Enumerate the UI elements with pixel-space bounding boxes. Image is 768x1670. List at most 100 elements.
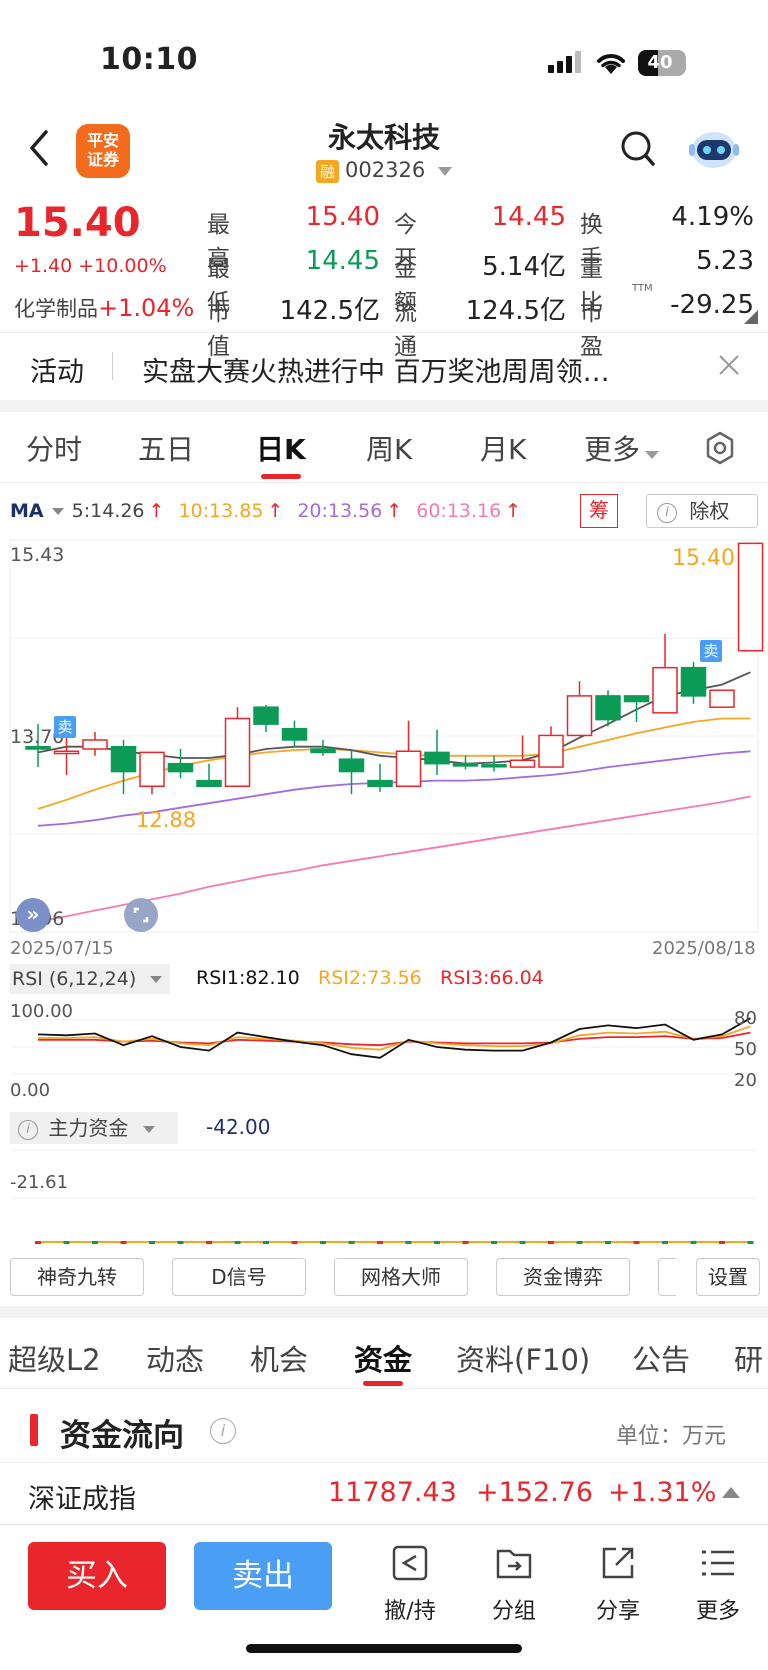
d-signal-button[interactable]: D信号 (172, 1258, 306, 1296)
dropdown-arrow-icon (437, 166, 452, 176)
tab-announcement[interactable]: 公告 (632, 1337, 690, 1379)
candlestick-chart[interactable] (0, 536, 768, 936)
signal-icon (548, 51, 581, 73)
sell-signal-marker[interactable]: 卖 (700, 640, 722, 662)
capital-indicator-selector[interactable]: i 主力资金 (10, 1112, 178, 1144)
tab-five-day[interactable]: 五日 (138, 428, 194, 468)
candle-body (167, 762, 194, 773)
tab-research[interactable]: 研 (734, 1337, 763, 1379)
capital-value: -42.00 (206, 1115, 271, 1139)
capital-bar (491, 1241, 497, 1244)
capital-bar (747, 1241, 754, 1244)
capital-bar (149, 1241, 155, 1244)
battery-level: 40 (647, 52, 673, 73)
more-tools-button[interactable] (658, 1258, 676, 1296)
tab-f10[interactable]: 资料(F10) (456, 1337, 590, 1379)
sector-info[interactable]: 化学制品+1.04% (14, 293, 194, 323)
index-row[interactable]: 深证成指 11787.43 +152.76 +1.31% (0, 1463, 768, 1523)
candle-body (395, 750, 422, 788)
capital-bar (234, 1241, 241, 1244)
capital-bar (320, 1241, 326, 1244)
settings-button[interactable]: 设置 (696, 1258, 760, 1296)
candle (509, 735, 536, 768)
candle (395, 720, 422, 788)
robot-assistant-icon[interactable] (688, 126, 740, 172)
capital-bar (548, 1241, 554, 1244)
quote-value-float-cap: 124.5亿 (465, 296, 566, 326)
candle (737, 542, 764, 652)
chip-distribution-button[interactable]: 筹 (580, 494, 618, 528)
ex-rights-button[interactable]: i 除权 (646, 494, 758, 528)
tab-active-indicator (261, 474, 301, 479)
capital-game-button[interactable]: 资金博弈 (496, 1258, 630, 1296)
candle (253, 704, 279, 733)
close-icon[interactable] (718, 354, 740, 376)
section-marker (30, 1414, 38, 1446)
index-pct: +1.31% (608, 1477, 717, 1508)
tab-capital[interactable]: 资金 (354, 1337, 412, 1379)
magic-nine-button[interactable]: 神奇九转 (10, 1258, 144, 1296)
group-action[interactable]: 分组 (486, 1543, 542, 1625)
tab-monthly-k[interactable]: 月K (480, 428, 526, 468)
activity-banner[interactable]: 活动 实盘大赛火热进行中 百万奖池周周领… (0, 334, 768, 398)
price-change: +1.40 +10.00% (14, 255, 167, 277)
wifi-icon (597, 54, 625, 74)
home-indicator (246, 1644, 522, 1653)
candle-body (709, 689, 735, 708)
tab-opportunity[interactable]: 机会 (250, 1337, 308, 1379)
stock-code: 002326 (345, 158, 426, 182)
capital-bar (719, 1241, 725, 1244)
quote-value-pe: -29.25 (670, 290, 754, 320)
ma5-line (37, 671, 751, 765)
share-action[interactable]: 分享 (590, 1543, 646, 1625)
capital-bar (405, 1241, 412, 1244)
cancel-hold-action[interactable]: 撤/持 (382, 1543, 438, 1625)
rsi-chart[interactable] (0, 996, 768, 1106)
collapse-arrow-icon[interactable] (722, 1487, 740, 1498)
sell-signal-marker[interactable]: 卖 (54, 716, 76, 738)
sector-name: 化学制品 (14, 297, 98, 321)
capital-label: 主力资金 (48, 1116, 129, 1140)
unit-label: 单位：万元 (616, 1424, 727, 1449)
quote-value-high: 15.40 (305, 202, 380, 232)
buy-button[interactable]: 买入 (28, 1542, 166, 1610)
candle (196, 763, 222, 788)
candle-body (139, 751, 165, 788)
candle-body (82, 739, 108, 750)
tab-daily-k[interactable]: 日K (256, 428, 306, 468)
dropdown-arrow-icon (150, 976, 163, 983)
info-icon[interactable]: i (210, 1418, 236, 1444)
dropdown-arrow-icon (142, 1126, 155, 1133)
tab-more-label: 更多 (584, 433, 641, 466)
info-icon: i (657, 502, 677, 523)
info-icon: i (18, 1119, 38, 1140)
stock-code-selector[interactable]: 融 002326 (316, 158, 452, 183)
gear-icon[interactable] (702, 430, 738, 466)
expand-corner-icon[interactable] (744, 310, 758, 324)
fullscreen-icon[interactable] (124, 898, 158, 932)
candle (538, 726, 564, 768)
up-arrow-icon: ↑ (267, 500, 284, 522)
tab-weekly-k[interactable]: 周K (366, 428, 412, 468)
tab-intraday[interactable]: 分时 (26, 428, 82, 468)
capital-flow-chart[interactable] (0, 1146, 768, 1250)
kline-tabs: 分时 五日 日K 周K 月K 更多 (0, 412, 768, 482)
expand-panel-icon[interactable]: » (16, 898, 50, 932)
share-label: 分享 (595, 1599, 640, 1624)
candle (224, 707, 251, 788)
date-start: 2025/07/15 (10, 938, 114, 959)
candle-body (310, 748, 336, 754)
menu-icon (702, 1550, 734, 1576)
more-action[interactable]: 更多 (690, 1543, 746, 1625)
ma-legend[interactable]: MA 5:14.26 ↑ 10:13.85 ↑ 20:13.56 ↑ 60:13.16… (10, 500, 521, 522)
tab-super-l2[interactable]: 超级L2 (8, 1337, 101, 1379)
rsi-indicator-selector[interactable]: RSI (6,12,24) (10, 964, 170, 994)
tab-more[interactable]: 更多 (584, 428, 660, 468)
sell-button[interactable]: 卖出 (194, 1542, 332, 1610)
ex-rights-label: 除权 (689, 499, 730, 523)
capital-bar (120, 1241, 127, 1244)
search-icon[interactable] (620, 130, 656, 168)
tab-news[interactable]: 动态 (146, 1337, 204, 1379)
grid-master-button[interactable]: 网格大师 (334, 1258, 468, 1296)
capital-bar (177, 1241, 184, 1244)
